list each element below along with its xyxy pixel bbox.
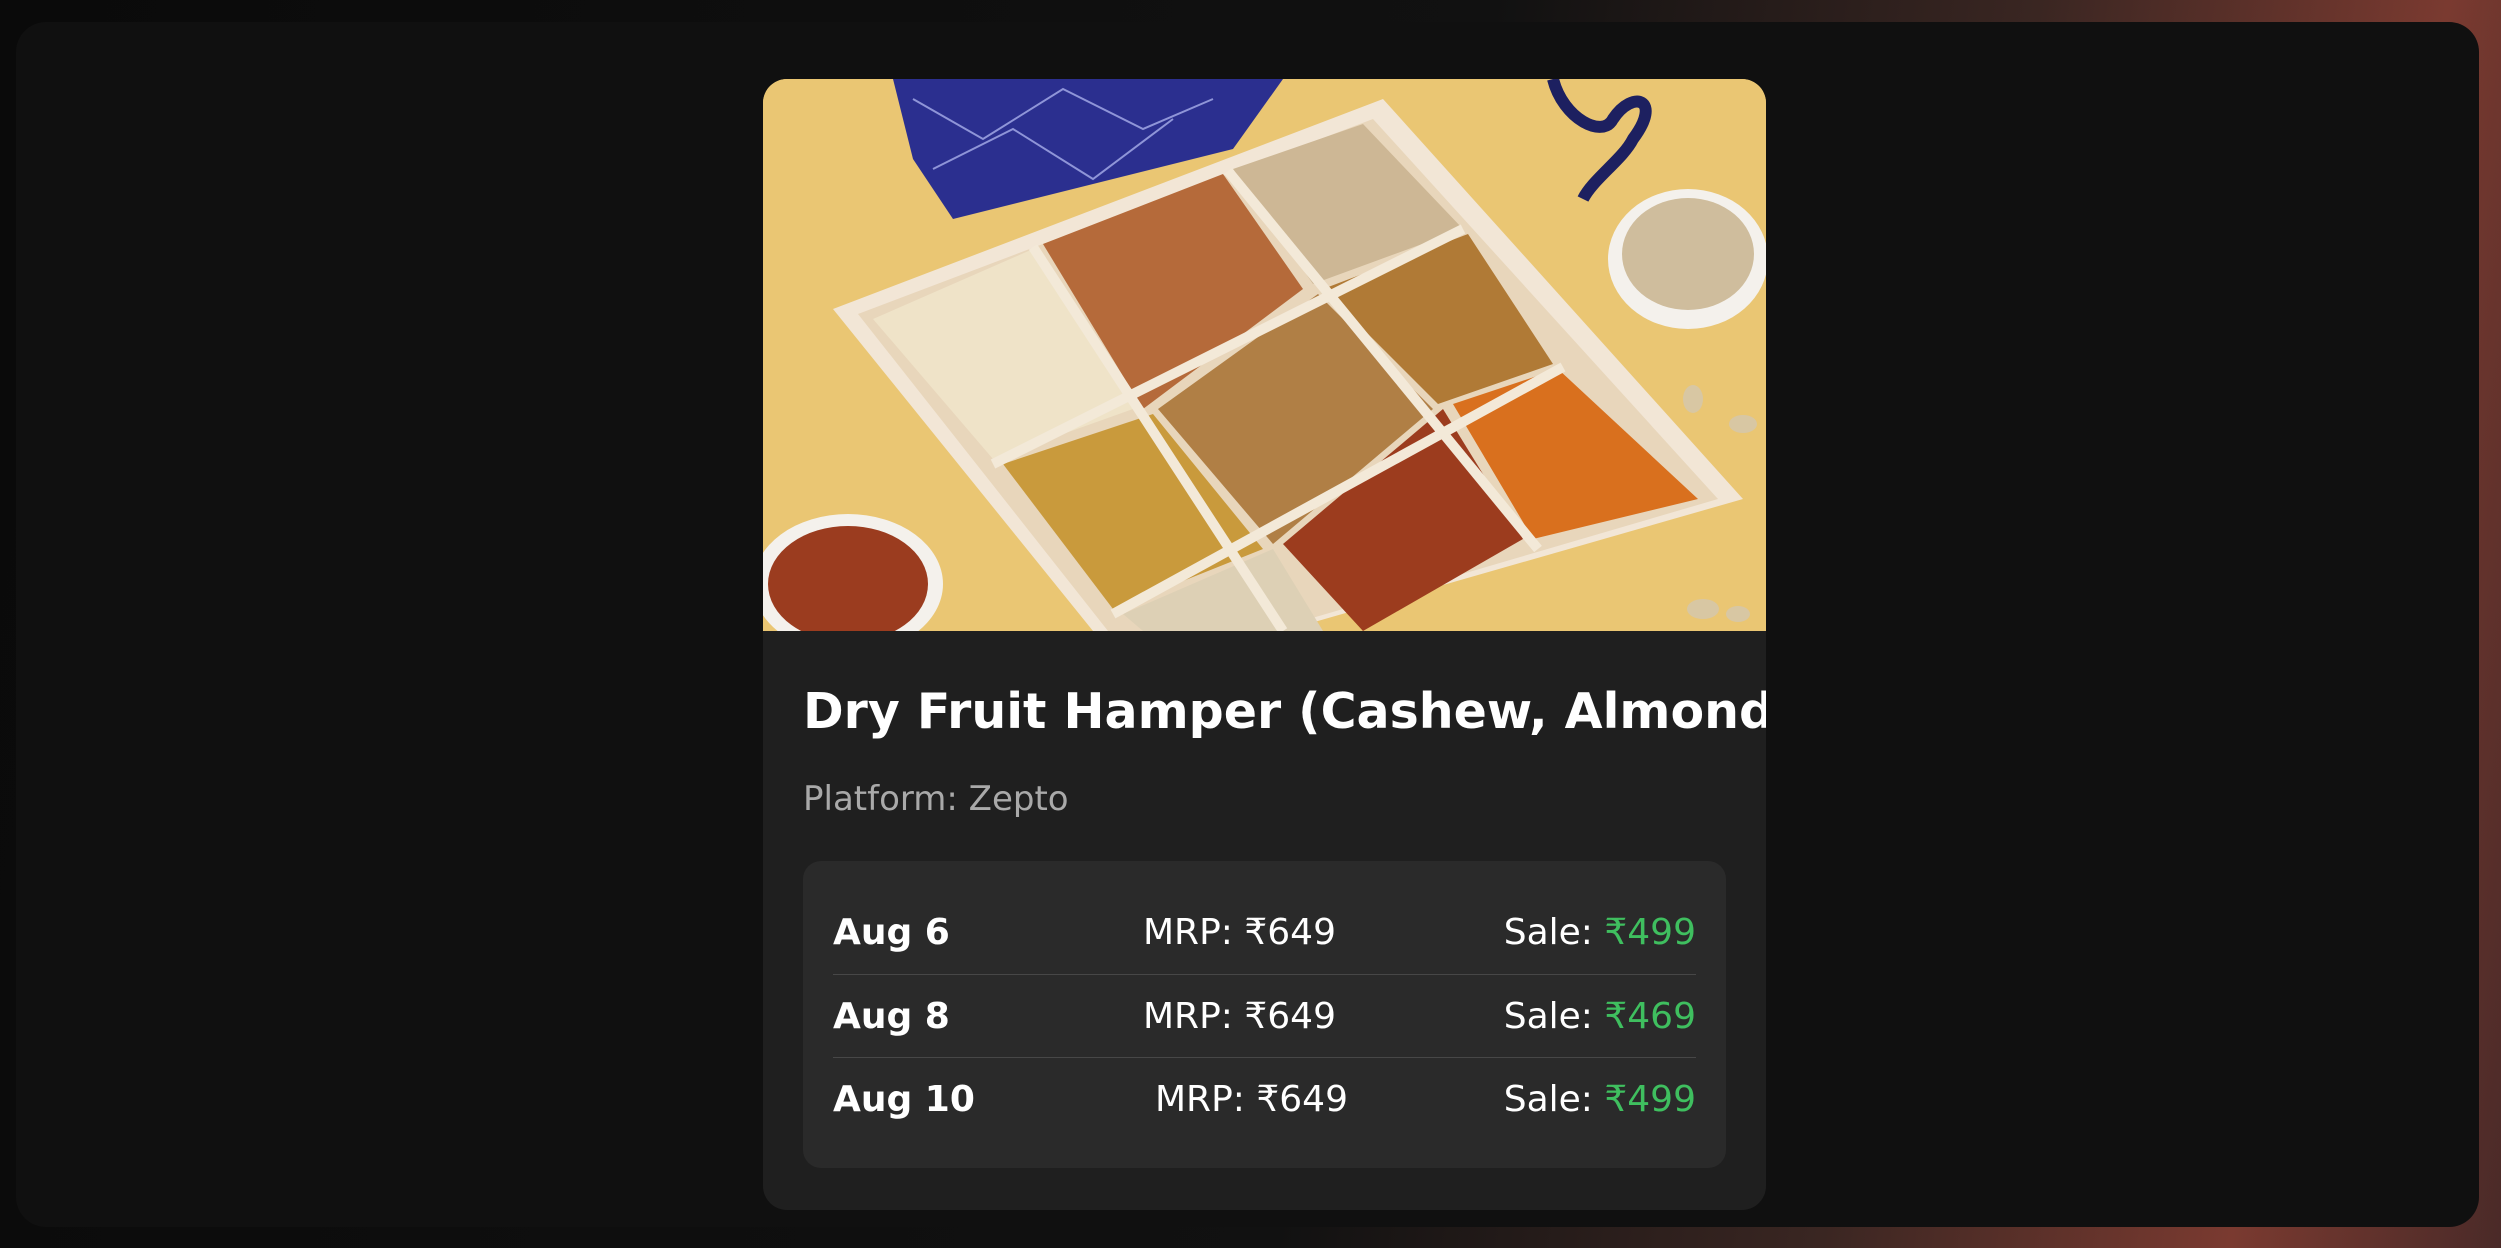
price-history-panel: Aug 6 MRP: ₹649 Sale: ₹499 Aug 8 MRP: ₹6… xyxy=(803,861,1726,1168)
sale-value: ₹499 xyxy=(1604,1078,1696,1120)
mrp-label: MRP: xyxy=(1155,1078,1245,1120)
platform-label: Platform: xyxy=(803,779,958,819)
price-row: Aug 10 MRP: ₹649 Sale: ₹499 xyxy=(833,1057,1696,1140)
app-window: Dry Fruit Hamper (Cashew, Almonds) Platf… xyxy=(16,22,2479,1227)
sale-label: Sale: xyxy=(1503,912,1593,953)
mrp-price: MRP: ₹649 xyxy=(1143,912,1336,953)
mrp-value: ₹649 xyxy=(1244,995,1336,1037)
sale-price: Sale: ₹499 xyxy=(1504,1079,1696,1120)
product-card[interactable]: Dry Fruit Hamper (Cashew, Almonds) Platf… xyxy=(763,79,1766,1210)
mrp-price: MRP: ₹649 xyxy=(1143,996,1336,1037)
sale-value: ₹499 xyxy=(1604,912,1696,953)
dry-fruit-hamper-photo xyxy=(763,79,1766,631)
sale-price: Sale: ₹469 xyxy=(1504,996,1696,1037)
platform-name: Zepto xyxy=(968,779,1069,819)
platform-line: Platform: Zepto xyxy=(803,779,1069,819)
mrp-label: MRP: xyxy=(1143,912,1233,953)
mrp-value: ₹649 xyxy=(1244,912,1336,953)
sale-value: ₹469 xyxy=(1604,995,1696,1037)
sale-price: Sale: ₹499 xyxy=(1504,912,1696,953)
product-image xyxy=(763,79,1766,631)
product-title: Dry Fruit Hamper (Cashew, Almonds) xyxy=(803,683,1766,740)
mrp-label: MRP: xyxy=(1143,995,1233,1037)
sale-label: Sale: xyxy=(1503,1078,1593,1120)
mrp-price: MRP: ₹649 xyxy=(1155,1079,1348,1120)
mrp-value: ₹649 xyxy=(1256,1078,1348,1120)
price-date: Aug 6 xyxy=(833,912,950,953)
price-row: Aug 8 MRP: ₹649 Sale: ₹469 xyxy=(833,974,1696,1057)
sale-label: Sale: xyxy=(1503,995,1593,1037)
price-date: Aug 8 xyxy=(833,995,950,1037)
price-row: Aug 6 MRP: ₹649 Sale: ₹499 xyxy=(833,891,1696,974)
price-date: Aug 10 xyxy=(833,1078,975,1120)
